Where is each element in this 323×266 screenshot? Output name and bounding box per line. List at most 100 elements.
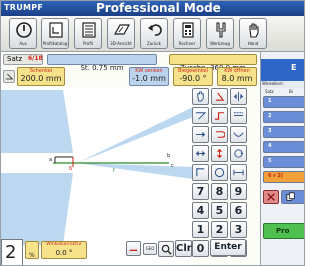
- row-5-text: 5: [268, 158, 272, 164]
- step-profile-button[interactable]: [211, 107, 228, 124]
- panel-subheader-label: Winkelkorr.: [262, 81, 285, 86]
- copy-row-button[interactable]: [281, 190, 304, 204]
- schenkel-field[interactable]: Schenkel 200.0 mm: [17, 67, 65, 86]
- index-box: 2: [1, 239, 23, 265]
- blank-length-field[interactable]: Zuschn. 360.0 mm: [169, 54, 257, 72]
- hem-icon: [215, 131, 225, 138]
- dimension-icon: [233, 169, 244, 176]
- col-satz: Satz: [265, 89, 274, 94]
- arrows-left-right-button[interactable]: [192, 145, 209, 162]
- bend-diagram: a 6 b c f: [1, 90, 193, 245]
- tools-label: Werkzeug: [210, 41, 230, 46]
- program-row-2[interactable]: 2: [263, 111, 304, 123]
- bend-wedge-upper: [77, 107, 193, 163]
- shift-right-button[interactable]: [192, 126, 209, 143]
- arrows-up-down-button[interactable]: [211, 145, 228, 162]
- app-window: TRUMPF Professional Mode Aus Profilkatal…: [0, 0, 305, 266]
- geo-button[interactable]: GEO: [143, 243, 157, 255]
- thickness-field[interactable]: St. 0.75 mm: [47, 54, 157, 72]
- slope-down-button[interactable]: [192, 107, 209, 124]
- window-title: Professional Mode: [96, 1, 221, 15]
- circle-tool-button[interactable]: [211, 164, 228, 181]
- enter-button[interactable]: Enter: [210, 239, 246, 256]
- bend-wedge-lower: [77, 163, 193, 179]
- label-a: a: [49, 157, 52, 163]
- program-row-3[interactable]: 3: [263, 126, 304, 138]
- profile-catalog-label: Profilkatalog: [42, 41, 68, 46]
- step-profile-icon: [214, 112, 225, 120]
- hem-button[interactable]: [211, 126, 228, 143]
- key-4[interactable]: 4: [192, 202, 209, 219]
- 3d-view-icon: [113, 24, 131, 35]
- production-button[interactable]: Pro: [263, 223, 304, 239]
- dimension-button[interactable]: [230, 164, 247, 181]
- angle-correction-field[interactable]: Winkelkorrektur 0.0 °: [41, 241, 87, 259]
- kw-offnen-value: 8.0 mm: [221, 74, 253, 83]
- power-icon: [16, 22, 32, 38]
- angle-icon: [5, 73, 14, 80]
- profile-catalog-button[interactable]: Profilkatalog: [41, 18, 69, 49]
- 3d-view-label: 3D-Ansicht: [110, 41, 132, 46]
- power-button[interactable]: Aus: [9, 18, 37, 49]
- panel-header: E: [261, 59, 304, 81]
- rotate-button[interactable]: [230, 145, 247, 162]
- production-label: Pro: [276, 227, 290, 235]
- title-bar: TRUMPF Professional Mode: [1, 1, 304, 16]
- panel-subheader: Winkelkorr.: [261, 81, 304, 88]
- program-button[interactable]: Profil: [74, 18, 102, 49]
- minus-tool-button[interactable]: [126, 241, 141, 256]
- radius-button[interactable]: [230, 126, 247, 143]
- calculator-button[interactable]: Rechner: [173, 18, 201, 49]
- delete-row-button[interactable]: [263, 190, 279, 204]
- radius-curve-icon: [233, 132, 244, 137]
- key-3[interactable]: 3: [230, 221, 247, 238]
- kw-senken-field[interactable]: KW senken -1.0 mm: [129, 67, 169, 86]
- key-5[interactable]: 5: [211, 202, 228, 219]
- calculator-icon: [182, 22, 194, 38]
- satz-field[interactable]: Satz 6/18: [3, 54, 43, 65]
- key-7[interactable]: 7: [192, 183, 209, 200]
- bend-drawing-area[interactable]: a 6 b c f: [1, 87, 193, 265]
- arrows-left-right-icon: [195, 150, 206, 157]
- tool-clamp-icon: [216, 22, 226, 38]
- panel-columns: Satz Bi: [261, 89, 304, 95]
- 3d-view-button[interactable]: 3D-Ansicht: [107, 18, 135, 49]
- key-6[interactable]: 6: [230, 202, 247, 219]
- hand-tool-button[interactable]: [192, 88, 209, 105]
- main-toolbar: Aus Profilkatalog Profil 3D-Ansicht Zurü…: [1, 16, 304, 52]
- program-row-5[interactable]: 5: [263, 156, 304, 168]
- corner-button[interactable]: [192, 164, 209, 181]
- offset-button[interactable]: [230, 107, 247, 124]
- magnifier-icon: [161, 244, 172, 255]
- key-1[interactable]: 1: [192, 221, 209, 238]
- bend-angle-field[interactable]: Biegewinkel -90.0 °: [173, 67, 213, 86]
- program-row-6-selected[interactable]: 6 r 2(: [263, 171, 304, 183]
- zoom-button[interactable]: [158, 241, 174, 257]
- program-row-4[interactable]: 4: [263, 141, 304, 153]
- minus-line-icon: [129, 249, 138, 251]
- bend-angle-tool-button[interactable]: [211, 88, 228, 105]
- key-2[interactable]: 2: [211, 221, 228, 238]
- offset-icon: [233, 112, 244, 116]
- kw-offnen-field[interactable]: KW öffnen 8.0 mm: [217, 67, 257, 86]
- percent-value: %: [29, 252, 35, 259]
- percent-field[interactable]: %: [25, 241, 39, 259]
- hand-button[interactable]: Hand: [239, 18, 267, 49]
- flip-tool-button[interactable]: [230, 88, 247, 105]
- angle-mode-button[interactable]: [3, 70, 15, 83]
- rotate-icon: [234, 149, 244, 158]
- upper-beam-shade: [1, 90, 73, 153]
- key-9[interactable]: 9: [230, 183, 247, 200]
- index-number: 2: [5, 242, 17, 263]
- label-c: c: [171, 163, 174, 169]
- key-8[interactable]: 8: [211, 183, 228, 200]
- back-button[interactable]: Zurück: [140, 18, 168, 49]
- shift-right-icon: [195, 131, 206, 138]
- tools-button[interactable]: Werkzeug: [206, 18, 234, 49]
- delete-x-icon: [267, 193, 275, 201]
- program-row-1[interactable]: 1: [263, 96, 304, 108]
- key-0[interactable]: 0: [192, 240, 209, 257]
- clear-button[interactable]: Clr: [175, 240, 192, 257]
- panel-header-label: E: [291, 63, 297, 72]
- hand-label: Hand: [247, 41, 259, 46]
